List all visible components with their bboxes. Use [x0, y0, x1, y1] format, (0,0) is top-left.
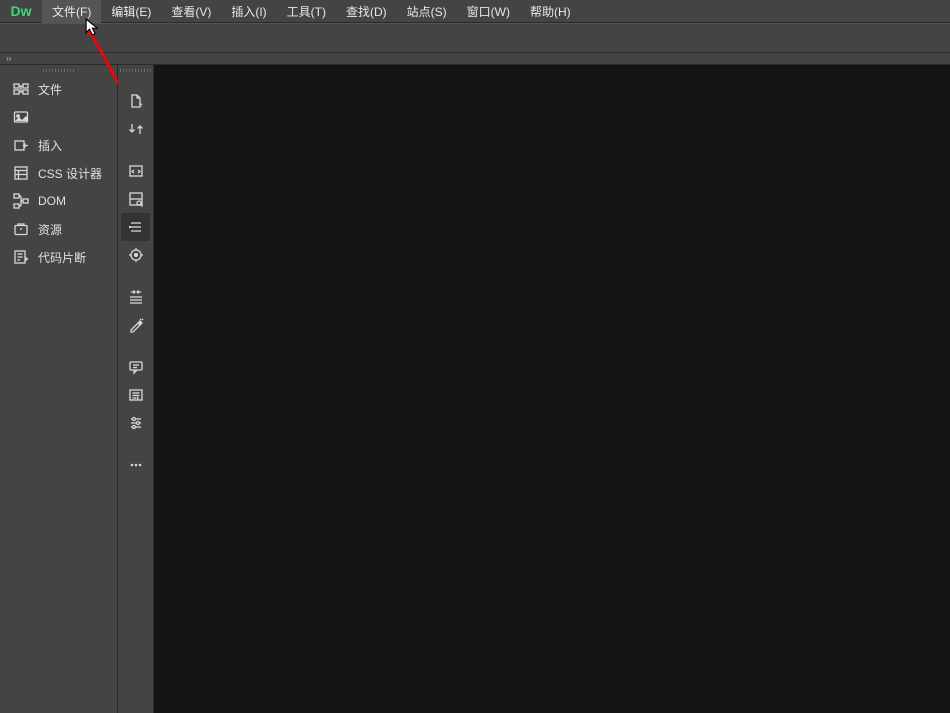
expand-bar[interactable]: ›› — [0, 53, 950, 65]
editor-area[interactable] — [154, 65, 950, 713]
tool-split-view-icon[interactable] — [121, 185, 150, 213]
snippets-icon — [13, 249, 29, 265]
tool-new-file-icon[interactable]: + — [121, 87, 150, 115]
assets-icon — [13, 221, 29, 237]
library-icon — [13, 109, 29, 125]
panel-dom[interactable]: DOM — [0, 187, 117, 215]
panel-css-designer[interactable]: CSS 设计器 — [0, 159, 117, 187]
tool-strip: + — [118, 65, 154, 713]
tool-file-manage-icon[interactable] — [121, 115, 150, 143]
tool-inspect-icon[interactable] — [121, 241, 150, 269]
panels-sidebar: 文件 插入 CSS 设计器 DOM — [0, 65, 118, 713]
app-logo: Dw — [0, 0, 42, 23]
panel-snippets-label: 代码片断 — [38, 249, 86, 266]
menu-insert[interactable]: 插入(I) — [221, 0, 276, 23]
tool-live-view-icon[interactable] — [121, 213, 150, 241]
menu-bar: Dw 文件(F) 编辑(E) 查看(V) 插入(I) 工具(T) 查找(D) 站… — [0, 0, 950, 23]
panel-css-designer-label: CSS 设计器 — [38, 165, 102, 182]
menu-view[interactable]: 查看(V) — [161, 0, 221, 23]
panel-assets[interactable]: 资源 — [0, 215, 117, 243]
panel-files-label: 文件 — [38, 81, 62, 98]
menu-tools[interactable]: 工具(T) — [277, 0, 336, 23]
menu-edit[interactable]: 编辑(E) — [101, 0, 161, 23]
insert-icon — [13, 137, 29, 153]
menu-find[interactable]: 查找(D) — [336, 0, 397, 23]
css-designer-icon — [13, 165, 29, 181]
tool-settings-icon[interactable] — [121, 409, 150, 437]
files-icon — [13, 81, 29, 97]
tool-format-icon[interactable] — [121, 311, 150, 339]
toolbar-row — [0, 23, 950, 53]
panel-snippets[interactable]: 代码片断 — [0, 243, 117, 271]
panel-drag-handle[interactable] — [0, 65, 117, 75]
panel-files[interactable]: 文件 — [0, 75, 117, 103]
svg-text:+: + — [139, 102, 143, 109]
tool-more-icon[interactable] — [121, 451, 150, 479]
panel-dom-label: DOM — [38, 194, 66, 208]
main-area: 文件 插入 CSS 设计器 DOM — [0, 65, 950, 713]
panel-assets-label: 资源 — [38, 221, 62, 238]
tool-drag-handle[interactable] — [118, 65, 153, 75]
tool-wrap-icon[interactable] — [121, 381, 150, 409]
menu-site[interactable]: 站点(S) — [397, 0, 457, 23]
tool-comment-icon[interactable] — [121, 353, 150, 381]
menu-help[interactable]: 帮助(H) — [520, 0, 581, 23]
panel-cc-libraries[interactable] — [0, 103, 117, 131]
tool-code-view-icon[interactable] — [121, 157, 150, 185]
menu-file[interactable]: 文件(F) — [42, 0, 101, 23]
panel-insert[interactable]: 插入 — [0, 131, 117, 159]
dom-icon — [13, 193, 29, 209]
tool-collapse-icon[interactable] — [121, 283, 150, 311]
panel-insert-label: 插入 — [38, 137, 62, 154]
menu-window[interactable]: 窗口(W) — [457, 0, 520, 23]
